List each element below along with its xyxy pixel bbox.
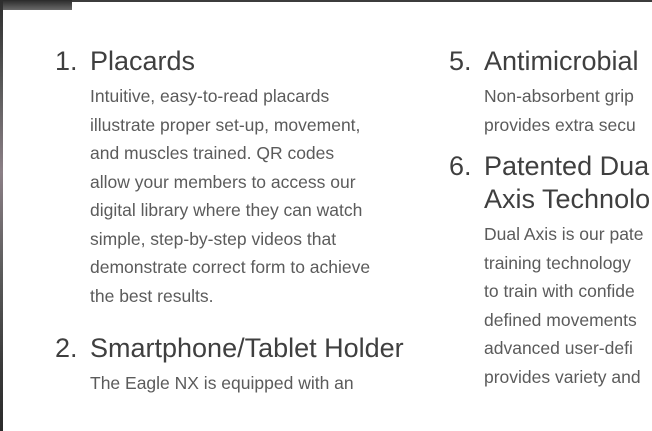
top-border <box>0 0 652 2</box>
feature-title: Antimicrobial <box>484 46 639 76</box>
feature-title: Smartphone/Tablet Holder <box>90 333 404 363</box>
feature-item-placards: 1. Placards Intuitive, easy-to-read plac… <box>55 45 415 310</box>
product-photo-top-left <box>0 0 72 10</box>
feature-title: Placards <box>90 46 196 76</box>
product-photo-left-edge <box>0 0 3 431</box>
feature-heading: 2. Smartphone/Tablet Holder <box>55 332 415 365</box>
feature-description: The Eagle NX is equipped with an <box>90 373 354 393</box>
feature-item-antimicrobial: 5. Antimicrobial Non-absorbent grip prov… <box>449 45 652 139</box>
feature-number: 1. <box>55 46 78 76</box>
feature-title: Patented Dua Axis Technolo <box>484 151 651 214</box>
feature-number: 5. <box>449 46 472 76</box>
feature-number: 6. <box>449 151 472 181</box>
feature-heading: 5. Antimicrobial <box>449 45 652 78</box>
feature-item-smartphone-holder: 2. Smartphone/Tablet Holder The Eagle NX… <box>55 332 415 398</box>
features-column-left: 1. Placards Intuitive, easy-to-read plac… <box>55 45 415 398</box>
feature-item-dual-axis: 6. Patented Dua Axis Technolo Dual Axis … <box>449 150 652 391</box>
feature-heading: 6. Patented Dua Axis Technolo <box>449 150 652 216</box>
feature-description: Dual Axis is our pate training technolog… <box>484 224 644 387</box>
feature-number: 2. <box>55 333 78 363</box>
feature-description: Intuitive, easy-to-read placards illustr… <box>90 86 371 306</box>
features-column-right: 5. Antimicrobial Non-absorbent grip prov… <box>449 45 652 391</box>
feature-heading: 1. Placards <box>55 45 415 78</box>
feature-description: Non-absorbent grip provides extra secu <box>484 86 636 135</box>
